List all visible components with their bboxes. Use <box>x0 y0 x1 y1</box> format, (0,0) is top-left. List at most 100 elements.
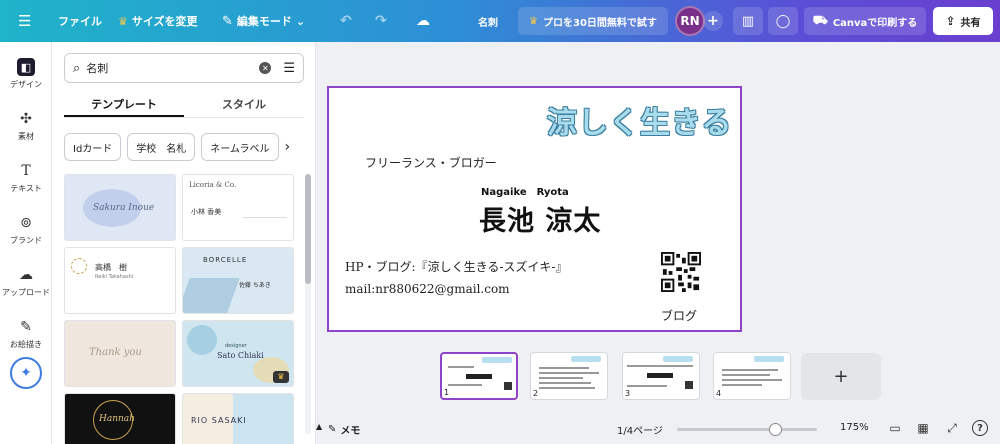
zoom-slider-handle[interactable] <box>768 423 782 436</box>
undo-icon[interactable]: ↶ <box>340 0 352 42</box>
rail-item-elements[interactable]: ✣ 素材 <box>0 102 52 150</box>
card-romaji-name[interactable]: Nagaike Ryota <box>481 183 569 198</box>
rail-item-brand[interactable]: ⊚ ブランド <box>0 206 52 254</box>
rail-item-upload[interactable]: ☁ アップロード <box>0 258 52 306</box>
memo-button[interactable]: ✎ メモ <box>328 422 360 437</box>
resize-button[interactable]: ♛ サイズを変更 <box>118 0 198 42</box>
rail-item-draw[interactable]: ✎ お絵描き <box>0 310 52 358</box>
template-thumb[interactable]: Licoria & Co. 小林 香美 <box>182 174 294 241</box>
comment-icon: ◯ <box>775 13 791 29</box>
search-input[interactable]: 名刺 <box>86 60 253 76</box>
hamburger-icon[interactable]: ☰ <box>18 0 31 42</box>
zoom-level[interactable]: 175% <box>840 422 869 433</box>
print-button[interactable]: ⛟ Canvaで印刷する <box>804 7 926 35</box>
pro-trial-label: プロを30日間無料で試す <box>543 17 657 29</box>
grid-view-icon[interactable]: ▦ <box>915 420 931 436</box>
rail-item-label: お絵描き <box>10 340 42 349</box>
comment-button[interactable]: ◯ <box>768 7 798 35</box>
text-icon: T <box>21 163 31 179</box>
filter-icon[interactable]: ☰ <box>283 61 295 76</box>
template-thumb-title: Hannah <box>99 414 135 424</box>
bar-chart-icon: ▥ <box>741 13 755 29</box>
business-card[interactable]: 涼しく生きる フリーランス・ブロガー Nagaike Ryota 長池 涼太 H… <box>327 86 742 332</box>
search-box[interactable]: ⌕ 名刺 ✕ ☰ <box>64 53 304 83</box>
scrollbar-thumb[interactable] <box>305 174 311 284</box>
suggestion-chips: Idカード 学校 名札 ネームラベル › <box>64 132 308 162</box>
rail-item-label: アップロード <box>2 288 50 297</box>
elements-icon: ✣ <box>20 111 32 127</box>
template-thumb-subtitle: 小林 香美 <box>191 208 222 216</box>
pencil-icon: ✎ <box>222 13 233 29</box>
card-name[interactable]: 長池 涼太 <box>479 199 601 238</box>
rail-item-design[interactable]: ◧ デザイン <box>0 50 52 98</box>
design-title-text: 名刺 <box>478 17 498 29</box>
qr-code-icon[interactable] <box>661 252 701 292</box>
chevron-right-icon[interactable]: › <box>285 139 291 155</box>
card-mail[interactable]: mail:nr880622@gmail.com <box>345 282 510 296</box>
template-thumb-title: Sato Chiaki <box>217 351 264 360</box>
print-label: Canvaで印刷する <box>832 17 918 29</box>
design-title[interactable]: 名刺 <box>478 0 498 42</box>
page-thumb-4[interactable]: 4 <box>713 352 791 400</box>
rail-item-label: テキスト <box>10 184 42 193</box>
card-logo[interactable]: 涼しく生きる <box>547 98 732 142</box>
card-blog-label[interactable]: ブログ <box>661 307 697 324</box>
redo-icon[interactable]: ↷ <box>375 0 387 42</box>
chip-name-label[interactable]: ネームラベル <box>201 133 279 161</box>
card-hp[interactable]: HP・ブログ:『涼しく生きる-スズイキ-』 <box>345 258 567 275</box>
page-number: 3 <box>625 389 631 398</box>
pro-trial-button[interactable]: ♛ プロを30日間無料で試す <box>518 7 668 35</box>
avatar[interactable]: RN <box>675 6 705 36</box>
chip-id-card[interactable]: Idカード <box>64 133 122 161</box>
template-thumb[interactable]: BORCELLE 佐藤 ちあき <box>182 247 294 314</box>
panel-tabs: テンプレート スタイル <box>64 92 304 118</box>
template-thumb[interactable]: RIO SASAKI <box>182 393 294 444</box>
truck-icon: ⛟ <box>812 13 828 27</box>
edit-mode-button[interactable]: ✎ 編集モード ⌄ <box>222 0 305 42</box>
resize-label: サイズを変更 <box>131 15 198 28</box>
help-icon[interactable]: ? <box>972 420 988 436</box>
share-button[interactable]: ⇪ 共有 <box>933 7 993 35</box>
cloud-save-icon[interactable]: ☁ <box>416 0 430 42</box>
template-thumb-title: Sakura Inoue <box>93 203 155 213</box>
zoom-slider[interactable] <box>677 428 817 431</box>
rail-item-label: デザイン <box>10 80 42 89</box>
template-thumb[interactable]: Hannah <box>64 393 176 444</box>
plus-icon: + <box>833 366 849 387</box>
card-role[interactable]: フリーランス・ブロガー <box>365 154 497 171</box>
notes-icon: ✎ <box>328 424 337 435</box>
template-thumb[interactable]: 高橋 樹 Reiki Takahashi <box>64 247 176 314</box>
panel-scrollbar[interactable] <box>305 174 311 434</box>
avatar-initials: RN <box>680 14 700 28</box>
page-thumb-3[interactable]: 3 <box>622 352 700 400</box>
template-thumb[interactable]: designer Sato Chiaki ♛ <box>182 320 294 387</box>
template-thumb[interactable]: Sakura Inoue <box>64 174 176 241</box>
page-count[interactable]: 1/4ページ <box>617 422 663 437</box>
analytics-button[interactable]: ▥ <box>733 7 763 35</box>
template-thumb[interactable]: Thank you <box>64 320 176 387</box>
chip-school-nametag[interactable]: 学校 名札 <box>127 133 196 161</box>
add-page-button[interactable]: + <box>801 353 881 400</box>
file-menu-label: ファイル <box>58 15 102 28</box>
page-number: 2 <box>533 389 539 398</box>
page-view-icon[interactable]: ▭ <box>887 420 903 436</box>
page-thumb-1[interactable]: 1 <box>440 352 518 400</box>
crown-badge-icon: ♛ <box>273 371 289 383</box>
top-bar: ☰ ファイル ♛ サイズを変更 ✎ 編集モード ⌄ ↶ ↷ ☁ 名刺 ♛ プロを… <box>0 0 1000 42</box>
template-thumb-title: RIO SASAKI <box>191 416 247 425</box>
file-menu[interactable]: ファイル <box>58 0 102 42</box>
template-grid: Sakura Inoue Licoria & Co. 小林 香美 高橋 樹 Re… <box>64 174 294 444</box>
upload-icon: ☁ <box>19 267 33 283</box>
template-thumb-title: Licoria & Co. <box>189 181 237 189</box>
tab-templates[interactable]: テンプレート <box>64 92 184 117</box>
fullscreen-icon[interactable]: ⤢ <box>944 420 960 436</box>
page-thumb-2[interactable]: 2 <box>530 352 608 400</box>
share-label: 共有 <box>960 17 981 29</box>
rail-item-text[interactable]: T テキスト <box>0 154 52 202</box>
template-panel: ⌕ 名刺 ✕ ☰ テンプレート スタイル Idカード 学校 名札 ネームラベル … <box>52 42 316 444</box>
add-collaborator-button[interactable]: + <box>703 11 723 31</box>
chevron-up-icon[interactable]: ▲ <box>316 422 322 431</box>
magic-assistant-button[interactable]: ✦ <box>10 357 42 389</box>
clear-icon[interactable]: ✕ <box>259 62 272 74</box>
tab-styles[interactable]: スタイル <box>184 92 304 117</box>
